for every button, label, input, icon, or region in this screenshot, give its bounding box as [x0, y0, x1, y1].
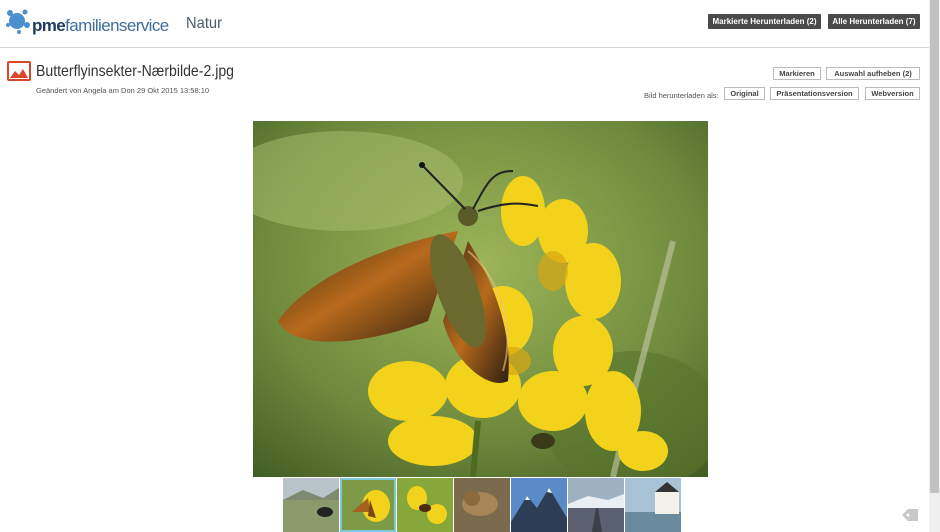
mark-button[interactable]: Markieren — [773, 67, 821, 80]
download-presentation-button[interactable]: Präsentationsversion — [770, 87, 859, 100]
download-original-button[interactable]: Original — [724, 87, 765, 100]
download-marked-button[interactable]: Markierte Herunterladen (2) — [708, 14, 821, 29]
thumbnail-strip — [283, 478, 681, 532]
download-web-button[interactable]: Webversion — [865, 87, 920, 100]
main-photo[interactable] — [253, 121, 708, 477]
scrollbar-thumb[interactable] — [930, 0, 939, 493]
download-as-label: Bild herunterladen als: — [644, 91, 719, 100]
thumbnail-bear[interactable] — [283, 478, 339, 532]
image-file-icon — [7, 61, 31, 81]
tag-icon[interactable] — [902, 508, 918, 521]
section-title: Natur — [186, 15, 222, 32]
top-header: pmefamilienservice Natur Markierte Herun… — [0, 0, 929, 48]
thumbnail-lighthouse[interactable] — [625, 478, 681, 532]
vertical-scrollbar[interactable] — [929, 0, 940, 532]
butterfly-photo — [253, 121, 708, 477]
download-all-button[interactable]: Alle Herunterladen (7) — [828, 14, 920, 29]
thumbnail-lion[interactable] — [454, 478, 510, 532]
deselect-button[interactable]: Auswahl aufheben (2) — [826, 67, 920, 80]
pme-logo[interactable]: pmefamilienservice — [5, 7, 170, 39]
thumbnail-mountains[interactable] — [511, 478, 567, 532]
thumbnail-butterfly[interactable] — [340, 478, 396, 532]
thumbnail-road-landscape[interactable] — [568, 478, 624, 532]
file-modified-meta: Geändert von Angela am Don 29 Okt 2015 1… — [36, 86, 210, 95]
thumbnail-insect-flower[interactable] — [397, 478, 453, 532]
splash-logo-icon — [6, 9, 30, 34]
logo-text: pmefamilienservice — [32, 16, 169, 35]
file-name: Butterflyinsekter-Nærbilde-2.jpg — [36, 63, 234, 80]
